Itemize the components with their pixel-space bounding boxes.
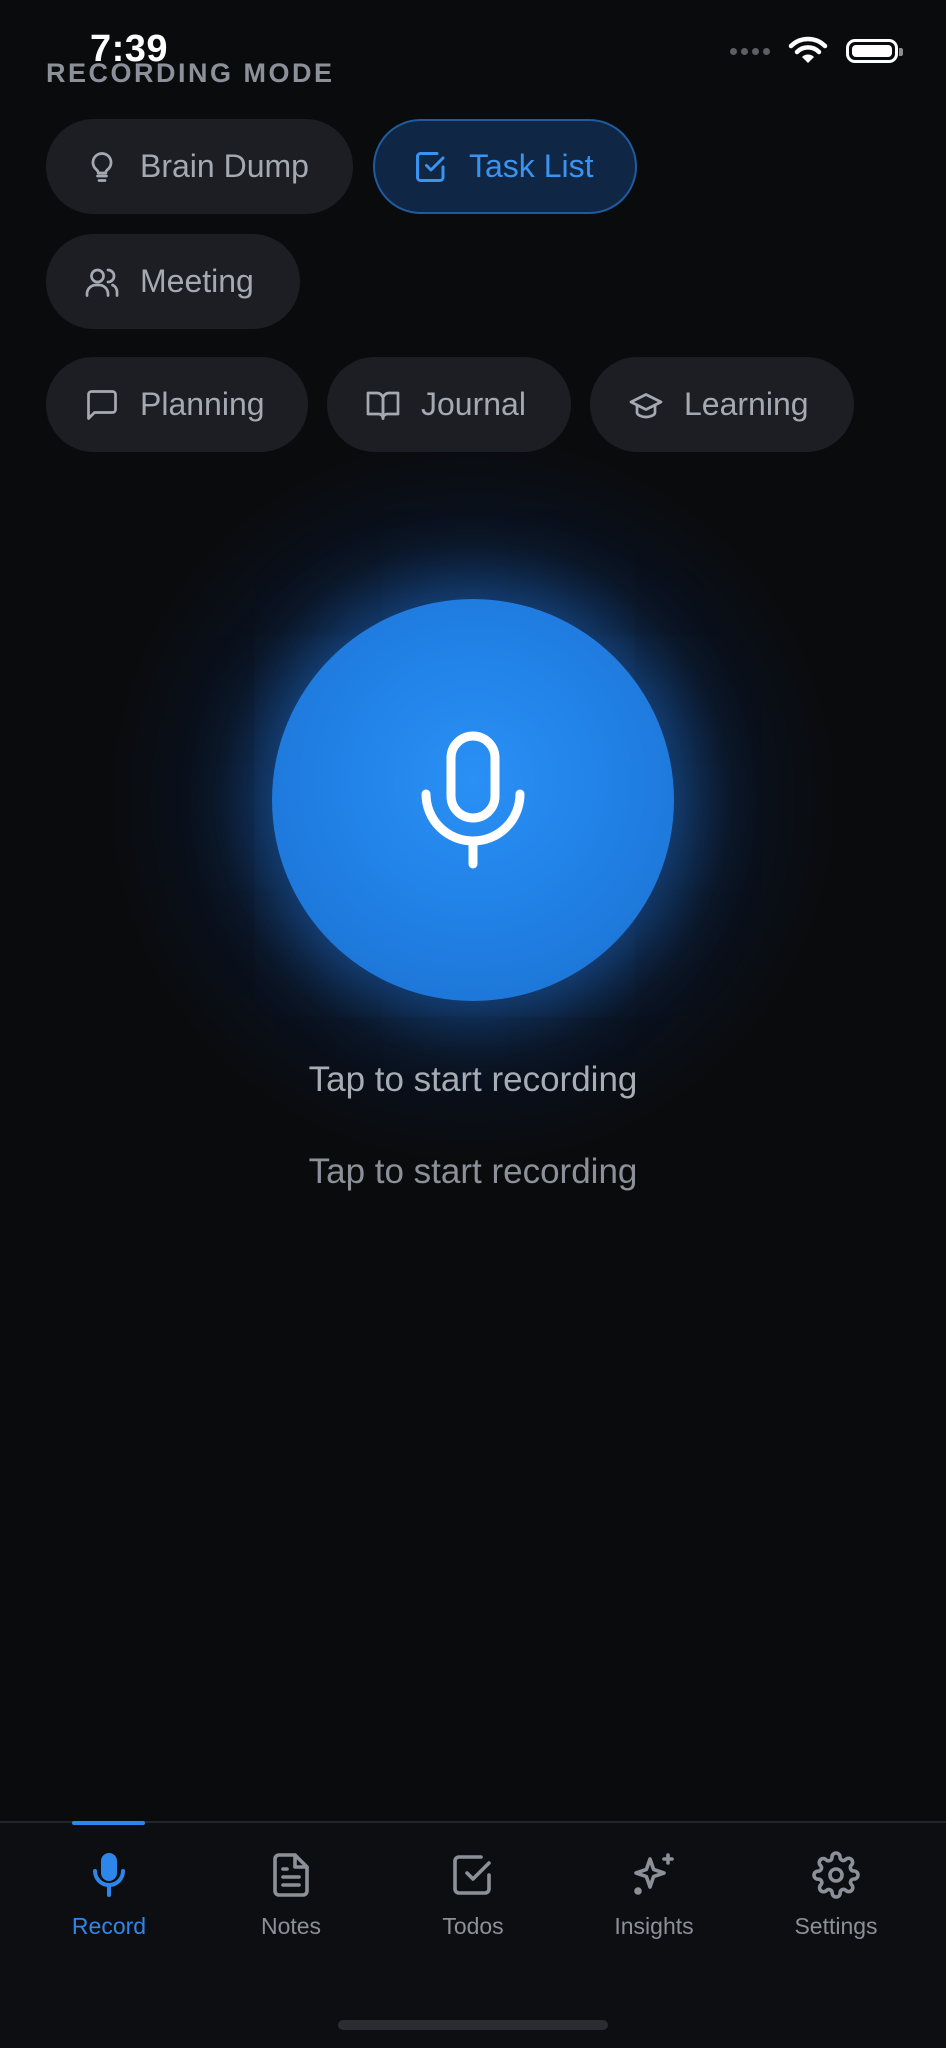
mode-chip-task-list[interactable]: Task List xyxy=(373,119,637,214)
home-indicator xyxy=(338,2020,608,2030)
tab-notes[interactable]: Notes xyxy=(211,1851,371,1940)
battery-icon xyxy=(846,39,903,63)
file-text-icon xyxy=(273,1853,309,1897)
check-square-icon xyxy=(413,149,449,185)
mode-chip-learning[interactable]: Learning xyxy=(590,357,854,452)
mode-chip-meeting[interactable]: Meeting xyxy=(46,234,300,329)
active-tab-indicator xyxy=(72,1821,145,1825)
tab-label: Todos xyxy=(442,1913,504,1939)
sparkles-icon xyxy=(634,1853,674,1895)
tab-todos[interactable]: Todos xyxy=(393,1851,553,1940)
tab-settings[interactable]: Settings xyxy=(756,1851,916,1940)
gear-icon xyxy=(812,1851,860,1899)
status-bar: 7:39 xyxy=(0,0,946,110)
tab-label: Insights xyxy=(614,1913,694,1939)
mode-chip-planning[interactable]: Planning xyxy=(46,357,308,452)
mode-chip-brain-dump[interactable]: Brain Dump xyxy=(46,119,353,214)
mode-chip-label: Planning xyxy=(140,386,265,422)
tab-insights[interactable]: Insights xyxy=(574,1851,734,1940)
cellular-signal-icon xyxy=(730,47,770,55)
tab-label: Settings xyxy=(794,1913,878,1939)
microphone-icon xyxy=(93,1853,125,1897)
lightbulb-icon xyxy=(84,149,120,185)
record-button[interactable] xyxy=(272,599,674,1001)
tab-label: Record xyxy=(71,1913,147,1939)
microphone-icon xyxy=(421,731,525,869)
book-open-icon xyxy=(365,387,401,423)
bottom-tab-bar: Record Notes Todos Insights Settings xyxy=(0,1821,946,2048)
mode-chip-label: Learning xyxy=(684,386,809,422)
wifi-icon xyxy=(788,36,828,63)
record-prompt: Tap to start recording xyxy=(308,1060,638,1099)
mode-chip-label: Task List xyxy=(469,148,594,184)
recording-mode-heading: RECORDING MODE xyxy=(46,58,335,88)
graduation-cap-icon xyxy=(628,387,664,423)
users-icon xyxy=(84,264,120,300)
mode-chip-label: Journal xyxy=(421,386,526,422)
mode-chip-label: Meeting xyxy=(140,263,254,299)
status-indicators xyxy=(730,36,903,66)
record-status-text: Tap to start recording xyxy=(308,1152,638,1191)
mode-chip-label: Brain Dump xyxy=(140,148,309,184)
message-square-icon xyxy=(84,387,120,423)
tab-label: Notes xyxy=(260,1913,322,1939)
tab-record[interactable]: Record xyxy=(29,1851,189,1940)
check-square-icon xyxy=(453,1855,491,1895)
